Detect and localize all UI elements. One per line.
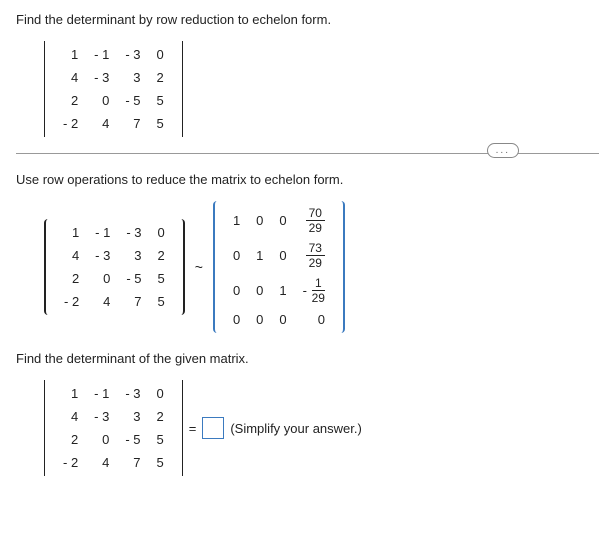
cell: 0 [86, 89, 117, 112]
matrix-left: 1 - 1 - 3 0 4 - 3 3 2 2 0 - 5 5 - 2 4 7 [44, 219, 185, 315]
cell: - 3 [117, 382, 148, 405]
cell: 1 [56, 221, 87, 244]
cell: 5 [149, 112, 172, 135]
cell: - 1 [86, 43, 117, 66]
cell: - 2 [56, 290, 87, 313]
cell: 0 [87, 267, 118, 290]
cell: 1 [225, 203, 248, 238]
cell: - 5 [117, 428, 148, 451]
cell: 70 29 [295, 203, 333, 238]
cell: 0 [225, 273, 248, 308]
cell: - 2 [55, 451, 86, 474]
matrix-determinant: 1 - 1 - 3 0 4 - 3 3 2 2 0 - 5 5 - 2 4 7 [44, 380, 183, 476]
determinant-equation: 1 - 1 - 3 0 4 - 3 3 2 2 0 - 5 5 - 2 4 7 [44, 380, 599, 476]
cell: 7 [118, 290, 149, 313]
instruction-2: Use row operations to reduce the matrix … [16, 172, 599, 187]
cell: 73 29 [295, 238, 333, 273]
cell: 1 [55, 382, 86, 405]
cell: - 3 [86, 66, 117, 89]
cell: 0 [271, 203, 294, 238]
cell: 4 [55, 405, 86, 428]
cell: - 5 [118, 267, 149, 290]
cell: 2 [55, 89, 86, 112]
cell: - 2 [55, 112, 86, 135]
cell: 7 [117, 112, 148, 135]
cell: 0 [86, 428, 117, 451]
cell: 2 [150, 244, 173, 267]
cell: 0 [295, 308, 333, 331]
cell: - 3 [118, 221, 149, 244]
more-icon[interactable]: ... [487, 143, 519, 158]
cell: 0 [225, 238, 248, 273]
cell: 0 [271, 308, 294, 331]
cell: 0 [225, 308, 248, 331]
cell: 0 [248, 203, 271, 238]
answer-input[interactable] [202, 417, 224, 439]
cell: 0 [150, 221, 173, 244]
cell: 4 [55, 66, 86, 89]
cell: 5 [149, 451, 172, 474]
cell: 2 [56, 267, 87, 290]
cell: - 1 [87, 221, 118, 244]
cell: 4 [56, 244, 87, 267]
cell: 0 [248, 308, 271, 331]
cell: 4 [86, 451, 117, 474]
cell: 2 [149, 405, 172, 428]
cell: 4 [86, 112, 117, 135]
tilde-symbol: ~ [193, 259, 205, 275]
cell: 5 [149, 428, 172, 451]
equals-sign: = [189, 421, 197, 436]
cell: - 1 [86, 382, 117, 405]
cell: 0 [149, 43, 172, 66]
cell: 5 [150, 290, 173, 313]
cell: - 3 [87, 244, 118, 267]
cell: 5 [150, 267, 173, 290]
cell: 0 [248, 273, 271, 308]
cell: 2 [149, 66, 172, 89]
instruction-1: Find the determinant by row reduction to… [16, 12, 599, 27]
simplify-hint: (Simplify your answer.) [230, 421, 361, 436]
cell: 3 [117, 66, 148, 89]
cell: 1 [55, 43, 86, 66]
matrix-echelon: 1 0 0 70 29 0 1 0 73 29 [213, 201, 345, 333]
cell: 2 [55, 428, 86, 451]
cell: - 3 [117, 43, 148, 66]
cell: 0 [149, 382, 172, 405]
row-reduction-display: 1 - 1 - 3 0 4 - 3 3 2 2 0 - 5 5 - 2 4 7 [44, 201, 599, 333]
matrix-original: 1 - 1 - 3 0 4 - 3 3 2 2 0 - 5 5 - 2 4 7 [44, 41, 599, 137]
cell: 0 [271, 238, 294, 273]
cell: 1 [271, 273, 294, 308]
cell: 3 [118, 244, 149, 267]
instruction-3: Find the determinant of the given matrix… [16, 351, 599, 366]
cell: 4 [87, 290, 118, 313]
cell: 5 [149, 89, 172, 112]
cell: - 5 [117, 89, 148, 112]
cell: 1 [248, 238, 271, 273]
cell: 3 [117, 405, 148, 428]
cell: - 3 [86, 405, 117, 428]
cell: 7 [117, 451, 148, 474]
cell: - 1 29 [295, 273, 333, 308]
